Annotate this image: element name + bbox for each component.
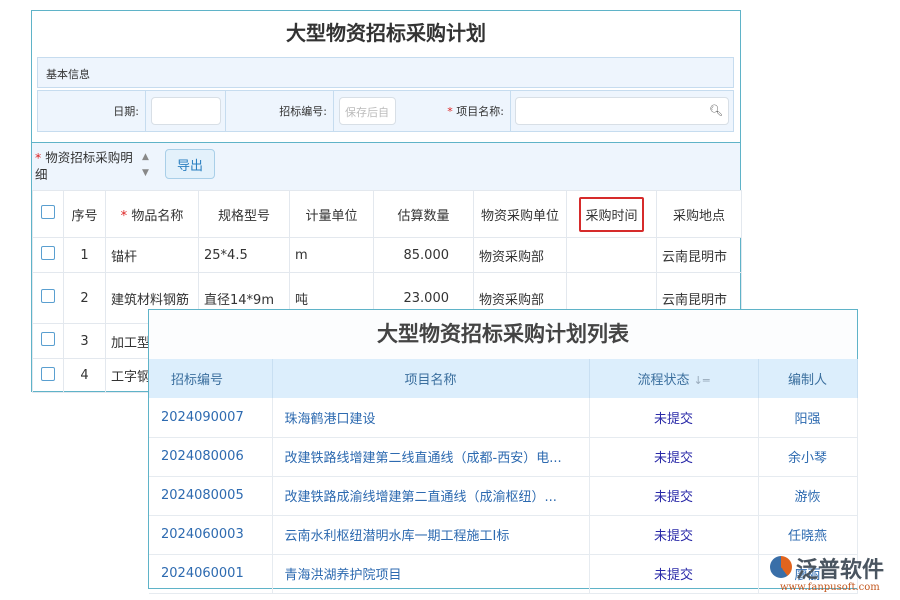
status: 未提交 [589,515,758,554]
list-row[interactable]: 2024080006改建铁路线增建第二线直通线（成都-西安）电...未提交余小琴 [149,437,857,476]
cell [567,238,657,273]
bid-no[interactable]: 2024080006 [149,437,272,476]
editor: 任晓燕 [758,515,857,554]
list-header-row: 招标编号 项目名称 流程状态 ↓═ 编制人 [149,359,857,398]
date-label: 日期: [38,91,146,131]
list-row[interactable]: 2024090007珠海鹤港口建设未提交阳强 [149,398,857,437]
col-qty: 估算数量 [374,191,474,238]
project-name[interactable]: 改建铁路线增建第二线直通线（成都-西安）电... [272,437,589,476]
col-spec: 规格型号 [199,191,290,238]
cell: m [290,238,374,273]
list-title: 大型物资招标采购计划列表 [149,310,857,359]
editor: 游恢 [758,476,857,515]
col-project-name[interactable]: 项目名称 [272,359,589,398]
select-all-checkbox[interactable] [41,205,55,219]
editor: 阳强 [758,398,857,437]
row-checkbox[interactable] [41,332,55,346]
status: 未提交 [589,437,758,476]
editor: 余小琴 [758,437,857,476]
col-status[interactable]: 流程状态 ↓═ [589,359,758,398]
cell: 3 [64,324,106,359]
table-row[interactable]: 1 锚杆 25*4.5 m 85.000 物资采购部 云南昆明市 [33,238,742,273]
cell: 25*4.5 [199,238,290,273]
row-checkbox[interactable] [41,289,55,303]
project-name[interactable]: 云南水利枢纽潜明水库一期工程施工I标 [272,515,589,554]
cell: 4 [64,359,106,393]
bid-no[interactable]: 2024090007 [149,398,272,437]
logo-icon [770,556,792,578]
project-name[interactable]: 珠海鹤港口建设 [272,398,589,437]
col-location: 采购地点 [657,191,742,238]
col-bid-no[interactable]: 招标编号 [149,359,272,398]
status: 未提交 [589,554,758,593]
watermark-name: 泛普软件 [796,552,884,584]
col-purchase-time: 采购时间 [567,191,657,238]
cell: 锚杆 [106,238,199,273]
watermark-logo: 泛普软件 www.fanpusoft.com [770,552,898,598]
bid-no-label: 招标编号: [226,91,334,131]
export-button[interactable]: 导出 [165,149,215,179]
form-title: 大型物资招标采购计划 [32,17,740,46]
table-header-row: 序号 * 物品名称 规格型号 计量单位 估算数量 物资采购单位 采购时间 采购地… [33,191,742,238]
list-row[interactable]: 2024060001青海洪湖养护院项目未提交廖丽 [149,554,857,593]
sort-arrows-icon[interactable]: ▲▼ [142,149,149,181]
status: 未提交 [589,398,758,437]
detail-toolbar: * 物资招标采购明细 ▲▼ 导出 [32,142,740,190]
project-name[interactable]: 青海洪湖养护院项目 [272,554,589,593]
plan-list-panel: 大型物资招标采购计划列表 招标编号 项目名称 流程状态 ↓═ 编制人 20240… [148,309,858,589]
col-item-name: * 物品名称 [106,191,199,238]
row-checkbox[interactable] [41,246,55,260]
plan-list-table: 招标编号 项目名称 流程状态 ↓═ 编制人 2024090007珠海鹤港口建设未… [149,359,858,594]
col-editor[interactable]: 编制人 [758,359,857,398]
project-name-label: * 项目名称: [401,91,511,131]
cell: 物资采购部 [474,238,567,273]
cell: 85.000 [374,238,474,273]
detail-label: * 物资招标采购明细 [35,149,135,183]
row-checkbox[interactable] [41,367,55,381]
bid-no[interactable]: 2024060001 [149,554,272,593]
list-row[interactable]: 2024080005改建铁路成渝线增建第二直通线（成渝枢纽）...未提交游恢 [149,476,857,515]
sort-icon[interactable]: ↓═ [694,374,710,387]
cell: 1 [64,238,106,273]
cell: 云南昆明市 [657,238,742,273]
project-name[interactable]: 改建铁路成渝线增建第二直通线（成渝枢纽）... [272,476,589,515]
col-unit: 计量单位 [290,191,374,238]
search-icon[interactable]: 🔍︎ [709,104,723,117]
col-dept: 物资采购单位 [474,191,567,238]
col-seq: 序号 [64,191,106,238]
basic-info-section: 基本信息 [37,57,734,88]
bid-no-input[interactable]: 保存后自 [339,97,396,125]
form-row: 日期: 招标编号: 保存后自 * 项目名称: 🔍︎ [37,90,734,132]
watermark-url: www.fanpusoft.com [780,582,880,593]
status: 未提交 [589,476,758,515]
cell: 2 [64,273,106,324]
bid-no[interactable]: 2024080005 [149,476,272,515]
project-name-input[interactable]: 🔍︎ [515,97,729,125]
date-input[interactable] [151,97,221,125]
list-row[interactable]: 2024060003云南水利枢纽潜明水库一期工程施工I标未提交任晓燕 [149,515,857,554]
bid-no[interactable]: 2024060003 [149,515,272,554]
